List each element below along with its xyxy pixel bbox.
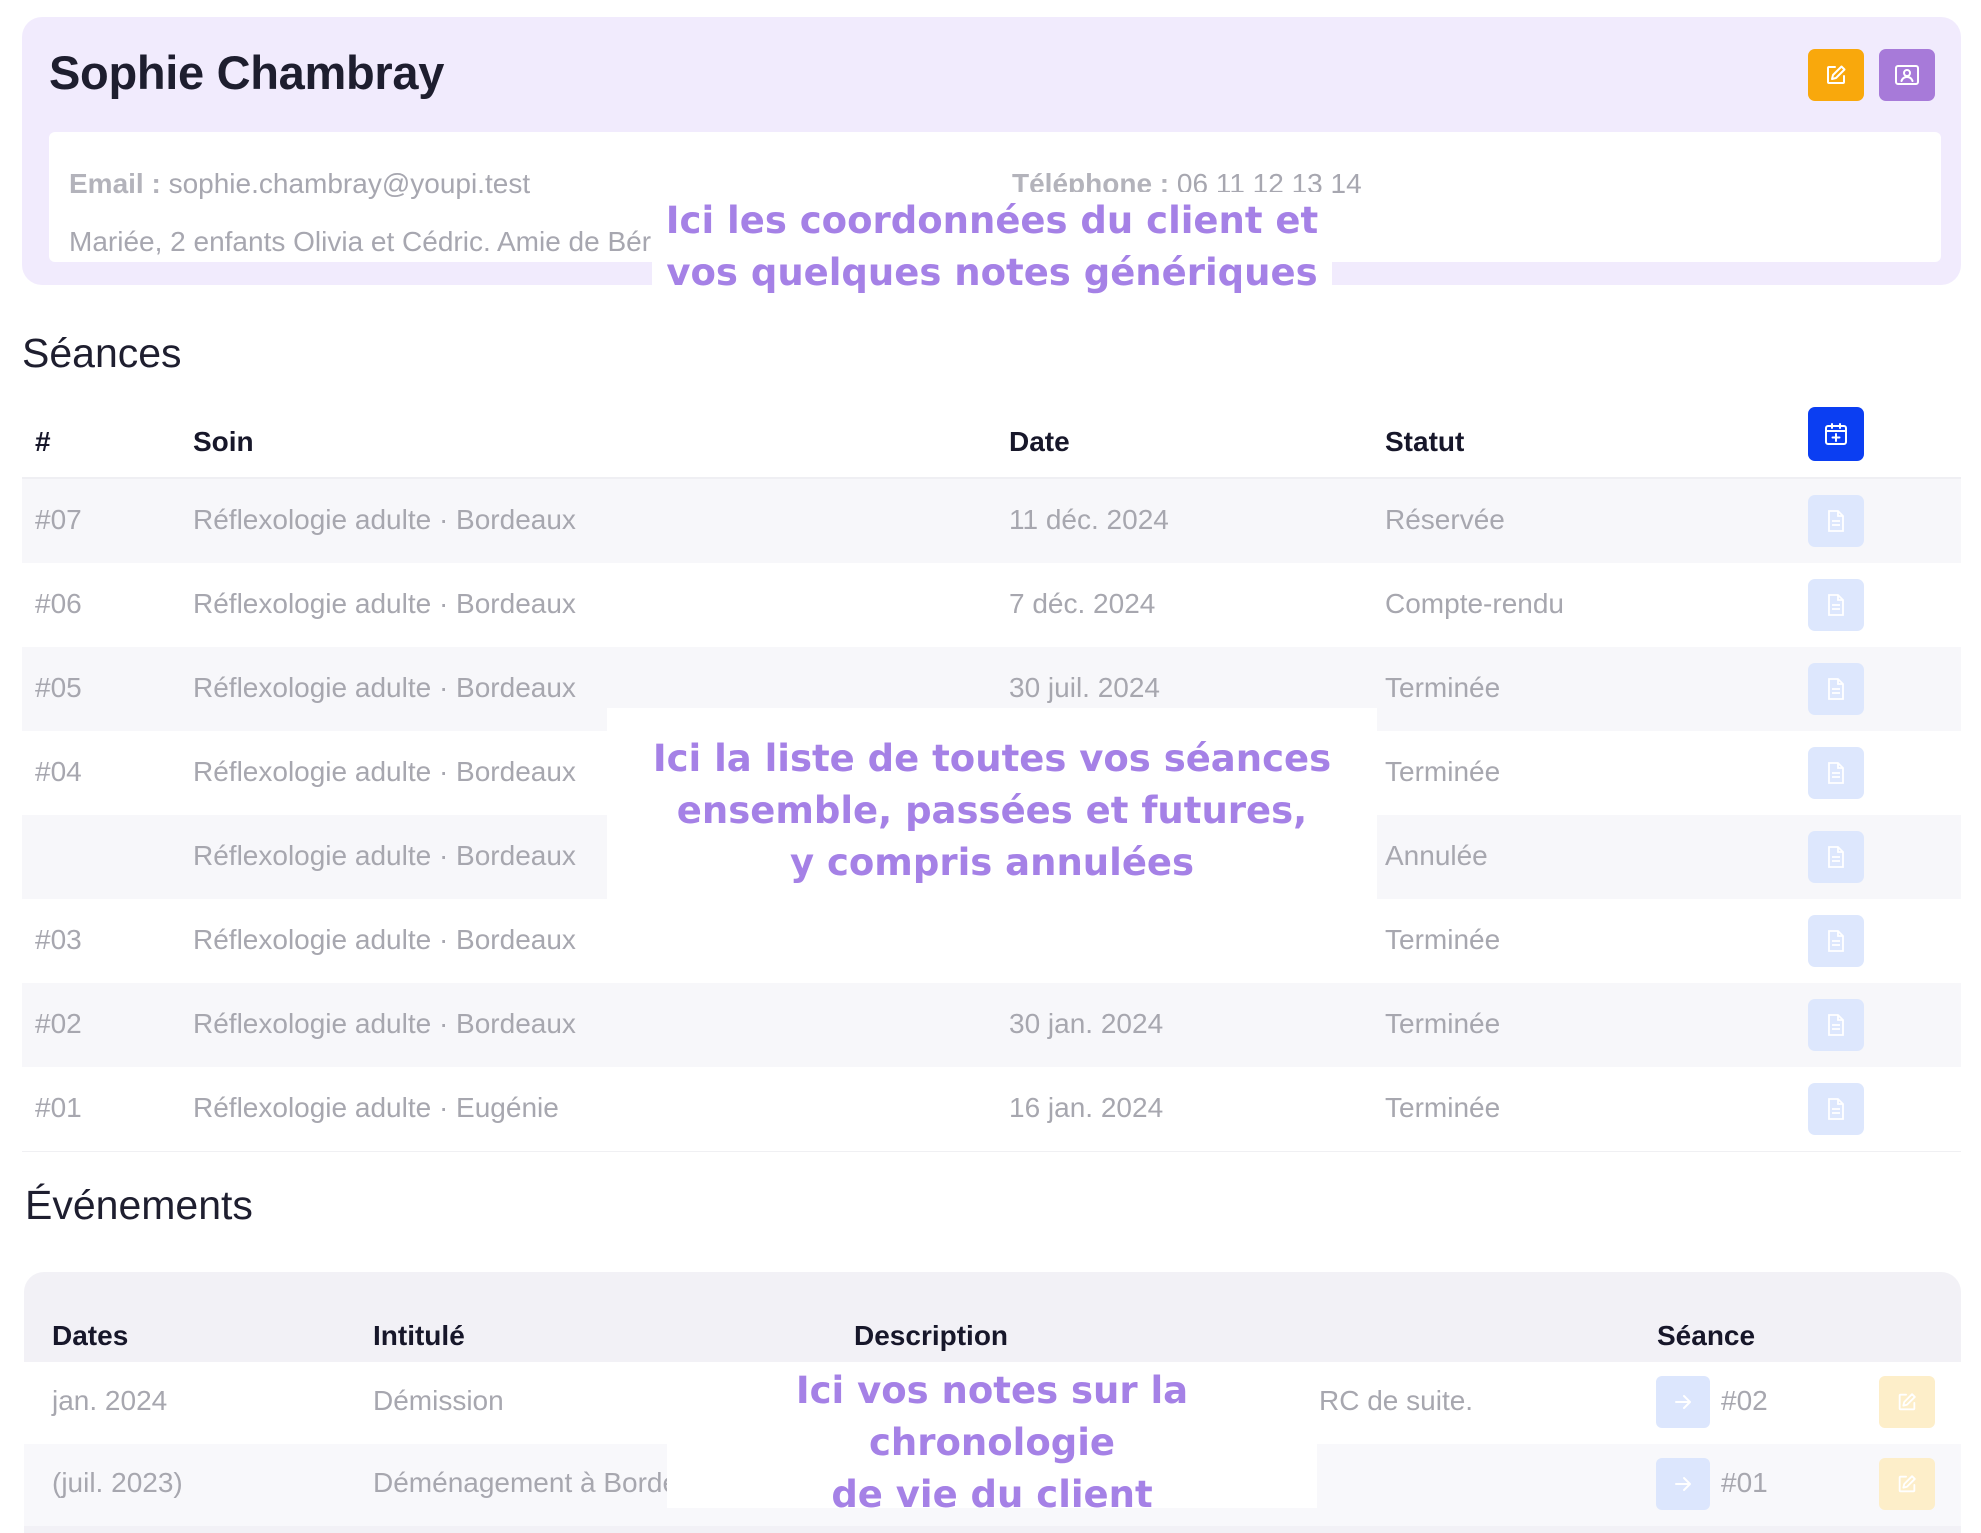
sessions-header: # Soin Date Statut [22,400,1961,479]
session-statut: Terminée [1385,756,1501,787]
session-date: 7 déc. 2024 [1009,588,1156,619]
session-number: #02 [35,1008,82,1039]
column-header-number: # [35,426,51,457]
column-header-soin: Soin [193,426,254,457]
edit-event-button[interactable] [1879,1458,1935,1510]
session-row[interactable]: #07 Réflexologie adulte · Bordeaux 11 dé… [22,479,1961,563]
session-soin: Réflexologie adulte · Bordeaux [193,756,576,787]
column-header-description: Description [854,1320,1009,1351]
session-report-button[interactable] [1808,915,1864,967]
session-date: 30 jan. 2024 [1009,1008,1164,1039]
event-title: Démission [373,1385,504,1416]
session-statut: Terminée [1385,1008,1501,1039]
document-icon [1826,1097,1846,1121]
contact-card-button[interactable] [1879,49,1935,101]
document-icon [1826,1013,1846,1037]
go-to-session-button[interactable] [1656,1458,1710,1510]
session-date: 30 juil. 2024 [1009,672,1161,703]
session-statut: Terminée [1385,924,1501,955]
session-report-button[interactable] [1808,579,1864,631]
events-header: Dates Intitulé Description Séance [24,1272,1961,1362]
session-number: #03 [35,924,82,955]
session-statut: Terminée [1385,1092,1501,1123]
session-date: 16 jan. 2024 [1009,1092,1164,1123]
session-report-button[interactable] [1808,831,1864,883]
session-soin: Réflexologie adulte · Bordeaux [193,1008,576,1039]
document-icon [1826,845,1846,869]
session-report-button[interactable] [1808,663,1864,715]
client-name: Sophie Chambray [49,46,445,99]
document-icon [1826,677,1846,701]
session-report-button[interactable] [1808,495,1864,547]
calendar-plus-icon [1823,421,1849,447]
email-value: sophie.chambray@youpi.test [168,168,531,199]
session-row[interactable]: #06 Réflexologie adulte · Bordeaux 7 déc… [22,563,1961,647]
session-statut: Compte-rendu [1385,588,1564,619]
sessions-callout: Ici la liste de toutes vos séances ensem… [607,708,1377,914]
session-report-button[interactable] [1808,747,1864,799]
document-icon [1826,929,1846,953]
edit-client-button[interactable] [1808,49,1864,101]
session-report-button[interactable] [1808,999,1864,1051]
session-report-button[interactable] [1808,1083,1864,1135]
event-session-number: #01 [1721,1467,1768,1498]
session-soin: Réflexologie adulte · Bordeaux [193,588,576,619]
session-number: #07 [35,504,82,535]
session-row[interactable]: #02 Réflexologie adulte · Bordeaux 30 ja… [22,983,1961,1067]
session-soin: Réflexologie adulte · Bordeaux [193,672,576,703]
session-statut: Terminée [1385,672,1501,703]
column-header-date: Date [1009,426,1070,457]
document-icon [1826,509,1846,533]
session-soin: Réflexologie adulte · Bordeaux [193,840,576,871]
client-notes: Mariée, 2 enfants Olivia et Cédric. Amie… [69,226,674,257]
column-header-dates: Dates [52,1320,129,1351]
go-to-session-button[interactable] [1656,1376,1710,1428]
edit-icon [1896,1473,1918,1495]
new-session-button[interactable] [1808,407,1864,461]
session-statut: Réservée [1385,504,1505,535]
events-callout: Ici vos notes sur la chronologie de vie … [667,1369,1317,1516]
column-header-intitule: Intitulé [373,1320,465,1351]
session-number: #01 [35,1092,82,1123]
arrow-right-icon [1673,1393,1693,1411]
sessions-title: Séances [22,330,182,376]
document-icon [1826,761,1846,785]
session-date: 11 déc. 2024 [1009,504,1169,535]
client-email: Email : sophie.chambray@youpi.test [69,168,530,200]
contact-card-icon [1894,63,1920,87]
edit-icon [1824,63,1848,87]
event-dates: (juil. 2023) [52,1467,183,1498]
session-soin: Réflexologie adulte · Bordeaux [193,504,576,535]
edit-icon [1896,1391,1918,1413]
session-number: #06 [35,588,82,619]
client-callout: Ici les coordonnées du client et vos que… [652,192,1332,302]
document-icon [1826,593,1846,617]
session-row[interactable]: #01 Réflexologie adulte · Eugénie 16 jan… [22,1067,1961,1151]
session-number: #04 [35,756,82,787]
event-session-number: #02 [1721,1385,1768,1416]
event-description: RC de suite. [1319,1385,1474,1416]
session-statut: Annulée [1385,840,1488,871]
edit-event-button[interactable] [1879,1376,1935,1428]
column-header-seance: Séance [1657,1320,1756,1351]
session-number: #05 [35,672,82,703]
email-label: Email : [69,168,161,199]
events-title: Événements [25,1182,253,1228]
column-header-statut: Statut [1385,426,1465,457]
event-dates: jan. 2024 [52,1385,168,1416]
arrow-right-icon [1673,1475,1693,1493]
session-soin: Réflexologie adulte · Bordeaux [193,924,576,955]
divider [22,1151,1961,1152]
session-soin: Réflexologie adulte · Eugénie [193,1092,559,1123]
